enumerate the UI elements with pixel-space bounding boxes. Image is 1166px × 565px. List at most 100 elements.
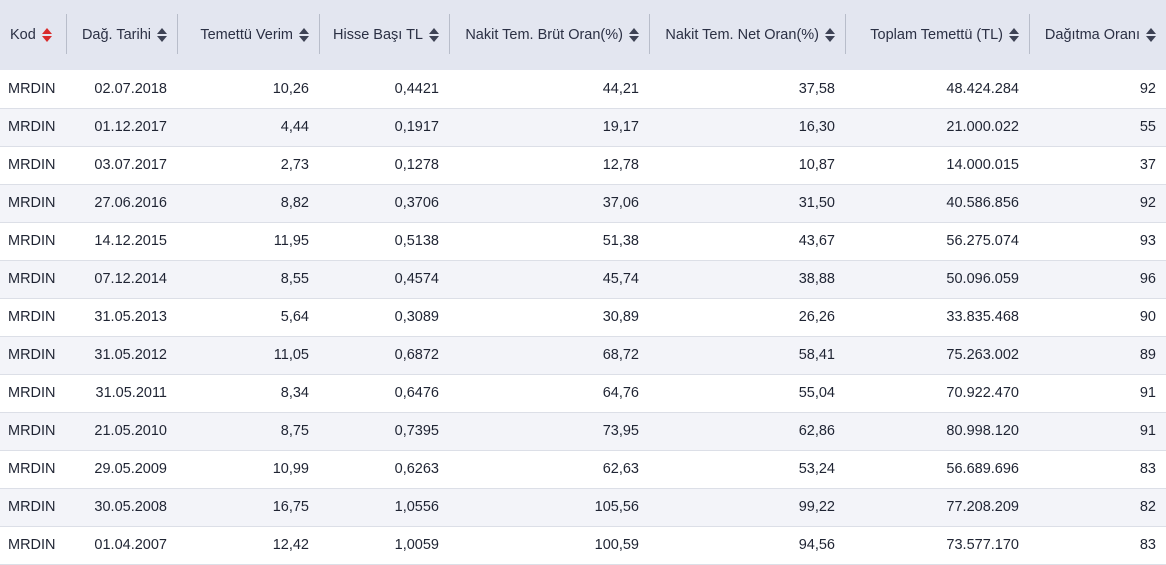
table-cell-kod: MRDIN xyxy=(8,233,56,249)
column-header-hisse-basi-tl[interactable]: Hisse Başı TL xyxy=(319,0,449,70)
sort-ascending-icon xyxy=(429,28,439,34)
column-header-content: Nakit Tem. Brüt Oran(%) xyxy=(459,14,639,56)
column-divider xyxy=(845,14,846,54)
column-header-label: Nakit Tem. Net Oran(%) xyxy=(665,27,819,43)
column-header-kod[interactable]: Kod xyxy=(0,0,66,70)
table-row[interactable]: MRDIN 01.04.2007 12,42 1,0059 100,59 94,56 73.… xyxy=(0,526,1166,564)
table-cell-nakit-brut-oran: 45,74 xyxy=(602,271,639,287)
table-cell-toplam-temettu: 56.275.074 xyxy=(946,233,1019,249)
sort-arrows-icon[interactable] xyxy=(299,28,309,42)
table-cell-dagitma-orani: 91 xyxy=(1139,385,1156,401)
table-cell-hisse-basi-tl: 0,4574 xyxy=(394,271,439,287)
table-row[interactable]: MRDIN 30.05.2008 16,75 1,0556 105,56 99,22 77.… xyxy=(0,488,1166,526)
table-cell-temettu-verim: 10,26 xyxy=(272,80,309,97)
table-cell-dagitim-tarihi: 01.12.2017 xyxy=(94,119,167,135)
table-cell-toplam-temettu: 33.835.468 xyxy=(946,309,1019,325)
column-header-content: Nakit Tem. Net Oran(%) xyxy=(659,14,835,56)
sort-arrows-icon[interactable] xyxy=(1146,28,1156,42)
sort-arrows-icon[interactable] xyxy=(41,28,52,42)
table-row[interactable]: MRDIN 02.07.2018 10,26 0,4421 44,21 37,58 48.4… xyxy=(0,70,1166,108)
column-header-dagitim-tarihi[interactable]: Dağ. Tarihi xyxy=(66,0,177,70)
table-cell-dagitma-orani: 90 xyxy=(1139,309,1156,325)
table-cell-temettu-verim: 16,75 xyxy=(272,499,309,515)
table-cell-dagitim-tarihi: 02.07.2018 xyxy=(94,80,167,97)
table-cell-hisse-basi-tl: 1,0556 xyxy=(394,499,439,515)
sort-arrows-icon[interactable] xyxy=(629,28,639,42)
table-cell-dagitim-tarihi: 21.05.2010 xyxy=(94,423,167,439)
table-cell-toplam-temettu: 56.689.696 xyxy=(946,461,1019,477)
table-cell-dagitim-tarihi: 30.05.2008 xyxy=(94,499,167,515)
table-cell-hisse-basi-tl: 0,3706 xyxy=(394,195,439,211)
table-cell-dagitma-orani: 37 xyxy=(1139,157,1156,173)
table-row[interactable]: MRDIN 31.05.2013 5,64 0,3089 30,89 26,26 33.83… xyxy=(0,298,1166,336)
table-row[interactable]: MRDIN 07.12.2014 8,55 0,4574 45,74 38,88 50.09… xyxy=(0,260,1166,298)
table-row[interactable]: MRDIN 21.05.2010 8,75 0,7395 73,95 62,86 80.99… xyxy=(0,412,1166,450)
column-header-content: Kod xyxy=(10,14,56,56)
table-cell-nakit-net-oran: 37,58 xyxy=(798,80,835,97)
table-row[interactable]: MRDIN 03.07.2017 2,73 0,1278 12,78 10,87 14.00… xyxy=(0,146,1166,184)
column-header-nakit-net-oran[interactable]: Nakit Tem. Net Oran(%) xyxy=(649,0,845,70)
table-cell-nakit-brut-oran: 68,72 xyxy=(602,347,639,363)
sort-arrows-icon[interactable] xyxy=(429,28,439,42)
sort-arrows-icon[interactable] xyxy=(157,28,167,42)
table-cell-toplam-temettu: 50.096.059 xyxy=(946,271,1019,287)
table-cell-temettu-verim: 11,05 xyxy=(273,347,309,363)
table-cell-nakit-brut-oran: 64,76 xyxy=(602,385,639,401)
sort-arrows-icon[interactable] xyxy=(1009,28,1019,42)
table-cell-hisse-basi-tl: 0,6263 xyxy=(394,461,439,477)
table-cell-nakit-brut-oran: 44,21 xyxy=(602,80,639,97)
column-header-content: Dağıtma Oranı xyxy=(1039,14,1156,56)
table-cell-temettu-verim: 10,99 xyxy=(272,461,309,477)
table-cell-nakit-brut-oran: 62,63 xyxy=(602,461,639,477)
dividend-table: Kod Dağ. Tarihi Temettü Verim Hisse Başı TL… xyxy=(0,0,1166,565)
table-cell-temettu-verim: 2,73 xyxy=(280,157,309,173)
table-cell-dagitma-orani: 93 xyxy=(1139,233,1156,249)
table-cell-dagitim-tarihi: 31.05.2011 xyxy=(95,385,168,401)
table-cell-dagitma-orani: 82 xyxy=(1139,499,1156,515)
table-cell-nakit-brut-oran: 105,56 xyxy=(594,499,639,515)
table-row[interactable]: MRDIN 27.06.2016 8,82 0,3706 37,06 31,50 40.58… xyxy=(0,184,1166,222)
table-cell-nakit-net-oran: 10,87 xyxy=(798,157,835,173)
table-cell-hisse-basi-tl: 0,5138 xyxy=(394,233,439,249)
sort-arrows-icon[interactable] xyxy=(825,28,835,42)
column-header-label: Dağıtma Oranı xyxy=(1044,27,1140,43)
column-header-label: Temettü Verim xyxy=(200,27,293,43)
table-cell-hisse-basi-tl: 1,0059 xyxy=(394,537,439,553)
column-divider xyxy=(649,14,650,54)
sort-descending-icon xyxy=(299,36,309,42)
header-row: Kod Dağ. Tarihi Temettü Verim Hisse Başı TL… xyxy=(0,0,1166,70)
sort-ascending-icon xyxy=(299,28,309,34)
table-cell-dagitma-orani: 83 xyxy=(1139,537,1156,553)
table-cell-temettu-verim: 5,64 xyxy=(280,309,309,325)
sort-descending-icon xyxy=(1009,36,1019,42)
table-row[interactable]: MRDIN 31.05.2012 11,05 0,6872 68,72 58,41 75.2… xyxy=(0,336,1166,374)
column-header-label: Toplam Temettü (TL) xyxy=(870,27,1003,43)
column-header-temettu-verim[interactable]: Temettü Verim xyxy=(177,0,319,70)
sort-descending-icon xyxy=(157,36,167,42)
table-row[interactable]: MRDIN 14.12.2015 11,95 0,5138 51,38 43,67 56.2… xyxy=(0,222,1166,260)
table-cell-temettu-verim: 11,95 xyxy=(273,233,309,249)
table-cell-temettu-verim: 8,82 xyxy=(280,195,309,211)
table-cell-kod: MRDIN xyxy=(8,80,56,97)
table-cell-dagitma-orani: 55 xyxy=(1139,119,1156,135)
table-row[interactable]: MRDIN 31.05.2011 8,34 0,6476 64,76 55,04 70.92… xyxy=(0,374,1166,412)
column-header-dagitma-orani[interactable]: Dağıtma Oranı xyxy=(1029,0,1166,70)
table-row[interactable]: MRDIN 01.12.2017 4,44 0,1917 19,17 16,30 21.00… xyxy=(0,108,1166,146)
sort-ascending-icon xyxy=(1146,28,1156,34)
table-row[interactable]: MRDIN 29.05.2009 10,99 0,6263 62,63 53,24 56.6… xyxy=(0,450,1166,488)
column-header-label: Dağ. Tarihi xyxy=(81,27,151,43)
table-cell-dagitim-tarihi: 14.12.2015 xyxy=(94,233,167,249)
table-cell-nakit-brut-oran: 37,06 xyxy=(602,195,639,211)
table-cell-dagitim-tarihi: 27.06.2016 xyxy=(94,195,167,211)
table-cell-nakit-brut-oran: 30,89 xyxy=(602,309,639,325)
table-cell-nakit-net-oran: 26,26 xyxy=(798,309,835,325)
table-cell-nakit-brut-oran: 19,17 xyxy=(602,119,639,135)
column-header-nakit-brut-oran[interactable]: Nakit Tem. Brüt Oran(%) xyxy=(449,0,649,70)
table-cell-kod: MRDIN xyxy=(8,537,56,553)
column-divider xyxy=(177,14,178,54)
table-cell-kod: MRDIN xyxy=(8,499,56,515)
column-header-content: Hisse Başı TL xyxy=(329,14,439,56)
table-cell-temettu-verim: 4,44 xyxy=(280,119,309,135)
table-cell-nakit-brut-oran: 51,38 xyxy=(602,233,639,249)
column-header-toplam-temettu[interactable]: Toplam Temettü (TL) xyxy=(845,0,1029,70)
